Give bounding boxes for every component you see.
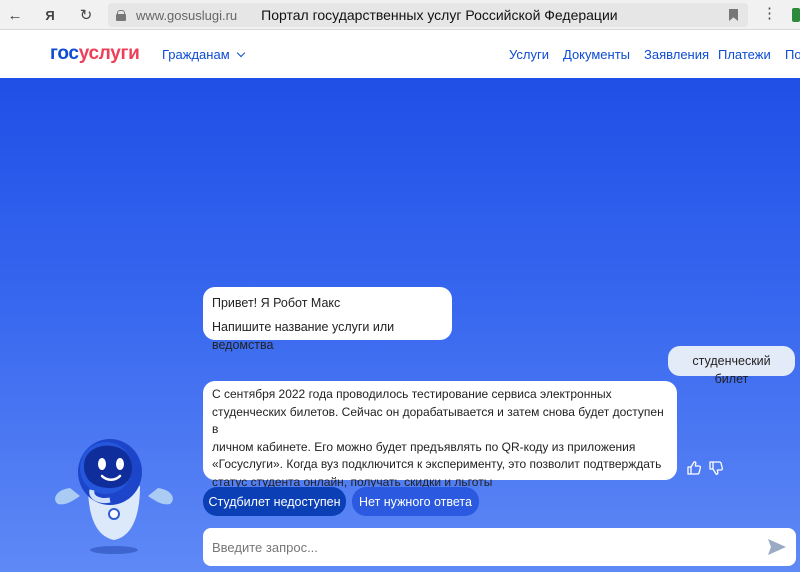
answer-line: «Госуслуги». Когда вуз подключится к экс… <box>212 457 662 471</box>
address-bar[interactable]: www.gosuslugi.ru Портал государственных … <box>108 3 748 27</box>
audience-label: Гражданам <box>162 47 230 62</box>
thumbs-up-icon[interactable] <box>686 460 702 476</box>
nav-documents[interactable]: Документы <box>563 47 630 62</box>
gosuslugi-logo[interactable]: госуслуги <box>50 43 140 65</box>
extension-icon[interactable] <box>792 8 800 22</box>
address-domain: www.gosuslugi.ru <box>136 7 238 23</box>
chip-no-answer[interactable]: Нет нужного ответа <box>352 487 479 516</box>
answer-line: личном кабинете. Его можно будет предъяв… <box>212 439 636 454</box>
audience-selector[interactable]: Гражданам <box>162 47 245 62</box>
back-arrow-icon[interactable]: ← <box>3 3 27 27</box>
lock-icon <box>116 9 126 21</box>
query-input[interactable] <box>212 539 752 555</box>
yandex-icon[interactable]: Я <box>38 3 62 27</box>
answer-line: С сентября 2022 года проводилось тестиро… <box>212 387 612 401</box>
send-icon[interactable] <box>767 537 787 557</box>
greeting-line: Привет! Я Робот Макс <box>212 296 341 310</box>
bot-greeting-bubble: Привет! Я Робот Макс Напишите название у… <box>203 287 452 352</box>
site-header: госуслуги Гражданам Услуги Документы Зая… <box>0 30 800 78</box>
nav-applications[interactable]: Заявления <box>644 47 709 62</box>
browser-menu-icon[interactable]: ⋮ <box>762 4 777 22</box>
bot-answer-bubble: С сентября 2022 года проводилось тестиро… <box>203 381 677 489</box>
nav-more[interactable]: По <box>785 47 800 62</box>
query-input-container <box>203 528 796 566</box>
robot-max-avatar <box>55 439 173 554</box>
user-message-bubble: студенческий билет <box>668 346 795 386</box>
greeting-line: Напишите название услуги или ведомства <box>212 320 395 352</box>
thumbs-down-icon[interactable] <box>708 460 724 476</box>
page-title: Портал государственных услуг Российской … <box>261 7 618 23</box>
browser-toolbar: ← Я ↻ www.gosuslugi.ru Портал государств… <box>0 0 800 30</box>
logo-part-uslugi: услуги <box>78 43 140 64</box>
bookmark-icon[interactable] <box>729 9 738 21</box>
answer-line: студенческих билетов. Сейчас он дорабаты… <box>212 404 664 437</box>
nav-services[interactable]: Услуги <box>509 47 549 62</box>
chevron-down-icon <box>236 48 245 58</box>
chip-student-card-unavailable[interactable]: Студбилет недоступен <box>203 487 346 516</box>
nav-payments[interactable]: Платежи <box>718 47 771 62</box>
reload-icon[interactable]: ↻ <box>74 3 98 27</box>
logo-part-gos: гос <box>50 43 79 64</box>
chat-area: Привет! Я Робот Макс Напишите название у… <box>0 78 800 572</box>
